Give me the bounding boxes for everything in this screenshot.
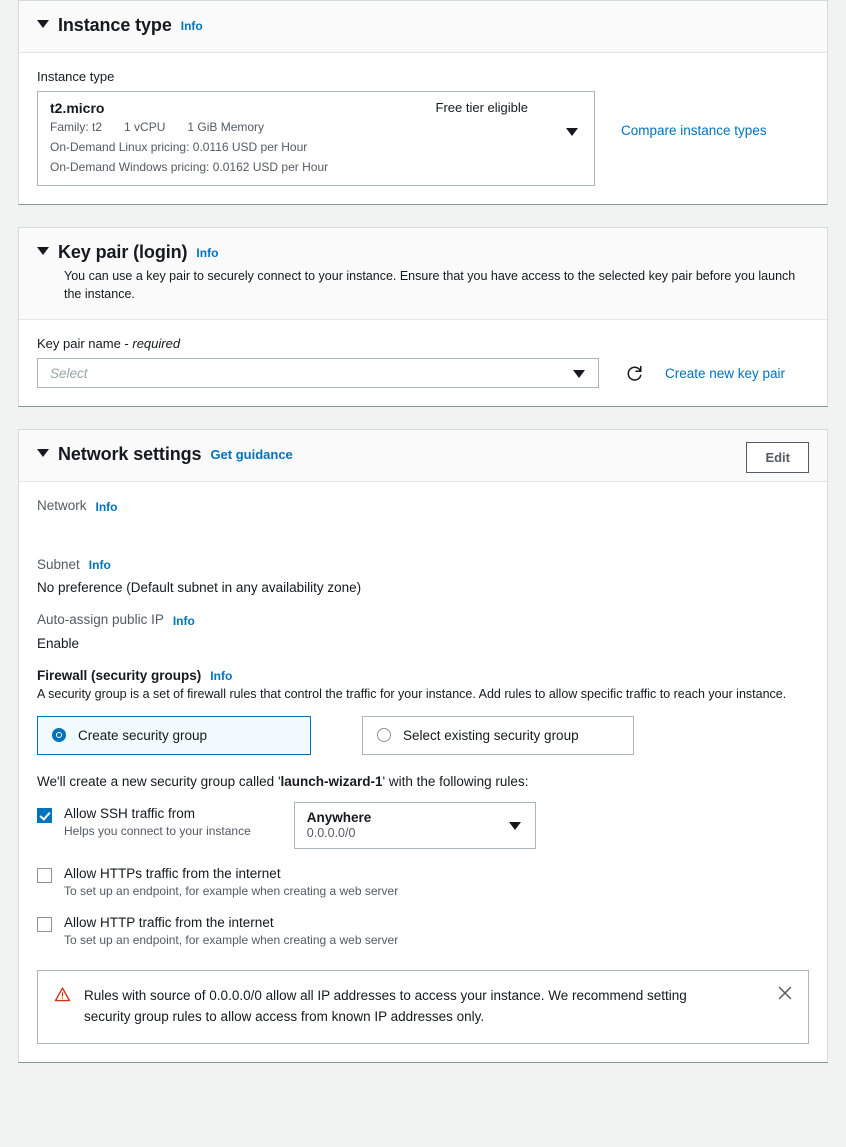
key-pair-field-label-text: Key pair name - — [37, 336, 133, 352]
open-cidr-warning-alert: Rules with source of 0.0.0.0/0 allow all… — [37, 969, 809, 1045]
chevron-down-icon[interactable] — [37, 246, 49, 255]
checkbox-allow-https[interactable] — [37, 867, 52, 883]
rule-ssh-text: Allow SSH traffic from Helps you connect… — [64, 806, 251, 838]
rule-http-label: Allow HTTP traffic from the internet — [64, 914, 274, 930]
firewall-description: A security group is a set of firewall ru… — [37, 687, 787, 701]
rule-row-http: Allow HTTP traffic from the internet To … — [37, 915, 809, 947]
instance-type-field-label: Instance type — [37, 69, 115, 84]
instance-type-select-top: t2.micro Free tier eligible — [50, 100, 582, 116]
warning-triangle-icon — [54, 986, 71, 1008]
rule-http-text: Allow HTTP traffic from the internet To … — [64, 915, 398, 947]
auto-assign-ip-field: Auto-assign public IP Info Enable — [37, 612, 809, 650]
key-pair-card-header: Key pair (login) Info You can use a key p… — [19, 228, 827, 321]
subnet-info-link[interactable]: Info — [89, 558, 111, 572]
subnet-value: No preference (Default subnet in any ava… — [37, 580, 362, 596]
key-pair-title: Key pair (login) — [58, 242, 188, 262]
subnet-label-text: Subnet — [37, 556, 80, 572]
rule-https-text: Allow HTTPs traffic from the internet To… — [64, 866, 398, 898]
radio-create-security-group-label: Create security group — [78, 727, 208, 743]
rule-ssh-sublabel: Helps you connect to your instance — [64, 823, 251, 838]
rule-row-ssh: Allow SSH traffic from Helps you connect… — [37, 801, 809, 849]
radio-indicator-icon — [52, 728, 66, 742]
key-pair-dropdown-caret-icon[interactable] — [573, 370, 585, 379]
network-settings-card-header: Network settings Get guidance Edit — [19, 430, 827, 483]
key-pair-card: Key pair (login) Info You can use a key p… — [18, 227, 828, 408]
radio-indicator-icon — [377, 728, 391, 742]
instance-type-card-header: Instance type Info — [19, 1, 827, 53]
network-info-link[interactable]: Info — [96, 500, 118, 514]
network-label: Network Info — [37, 498, 809, 513]
windows-pricing: On-Demand Windows pricing: 0.0162 USD pe… — [50, 160, 329, 174]
get-guidance-link[interactable]: Get guidance — [210, 447, 292, 462]
firewall-info-link[interactable]: Info — [210, 669, 232, 683]
edit-button[interactable]: Edit — [746, 442, 809, 474]
radio-select-existing-security-group[interactable]: Select existing security group — [362, 715, 634, 755]
close-icon[interactable] — [776, 984, 794, 1002]
ssh-source-dropdown-caret-icon[interactable] — [508, 821, 521, 830]
network-field: Network Info — [37, 498, 809, 539]
auto-assign-ip-label: Auto-assign public IP Info — [37, 612, 809, 627]
chevron-down-icon[interactable] — [37, 448, 49, 457]
radio-select-existing-security-group-label: Select existing security group — [403, 727, 579, 743]
firewall-field: Firewall (security groups) Info A securit… — [37, 668, 809, 1045]
rule-http-sublabel: To set up an endpoint, for example when … — [64, 932, 399, 947]
instance-memory: 1 GiB Memory — [187, 120, 265, 134]
instance-type-row: t2.micro Free tier eligible Family: t2 1 … — [37, 91, 809, 186]
rule-row-https: Allow HTTPs traffic from the internet To… — [37, 866, 809, 898]
auto-assign-ip-value: Enable — [37, 635, 80, 651]
instance-type-card-body: Instance type t2.micro Free tier eligibl… — [19, 53, 827, 204]
create-new-key-pair-link[interactable]: Create new key pair — [665, 366, 785, 381]
key-pair-description: You can use a key pair to securely conne… — [64, 269, 796, 302]
key-pair-select-placeholder: Select — [50, 365, 88, 381]
security-group-note-suffix: ' with the following rules: — [382, 773, 529, 789]
key-pair-row: Select Create new key pair — [37, 358, 809, 389]
linux-pricing: On-Demand Linux pricing: 0.0116 USD per … — [50, 140, 308, 154]
rule-ssh-label: Allow SSH traffic from — [64, 805, 196, 821]
network-value — [37, 522, 809, 540]
key-pair-required-marker: required — [132, 336, 181, 352]
network-settings-card: Network settings Get guidance Edit Networ… — [18, 429, 828, 1064]
radio-create-security-group[interactable]: Create security group — [37, 715, 311, 755]
security-group-note-prefix: We'll create a new security group called… — [37, 773, 281, 789]
instance-type-dropdown-caret-icon[interactable] — [566, 128, 578, 136]
key-pair-select[interactable]: Select — [37, 358, 599, 389]
security-group-note: We'll create a new security group called… — [37, 774, 809, 789]
chevron-down-icon[interactable] — [37, 19, 49, 28]
ssh-source-cidr: 0.0.0.0/0 — [306, 825, 356, 840]
instance-type-title: Instance type — [58, 15, 172, 35]
checkbox-allow-ssh[interactable] — [37, 807, 52, 823]
compare-instance-types-link[interactable]: Compare instance types — [621, 123, 767, 138]
key-pair-field-label: Key pair name - required — [37, 336, 809, 351]
refresh-icon[interactable] — [625, 364, 644, 383]
auto-assign-ip-info-link[interactable]: Info — [173, 614, 195, 628]
firewall-label-text: Firewall (security groups) — [37, 667, 202, 683]
instance-type-name: t2.micro — [50, 100, 105, 116]
open-cidr-warning-text: Rules with source of 0.0.0.0/0 allow all… — [84, 987, 687, 1025]
network-settings-card-body: Network Info Subnet Info No preference (De… — [19, 482, 827, 1062]
rule-https-sublabel: To set up an endpoint, for example when … — [64, 883, 399, 898]
security-group-name: launch-wizard-1 — [280, 773, 383, 789]
ssh-source-select[interactable]: Anywhere 0.0.0.0/0 — [293, 801, 536, 849]
network-label-text: Network — [37, 498, 87, 514]
security-group-mode-group: Create security group Select existing se… — [37, 715, 809, 755]
checkbox-allow-http[interactable] — [37, 916, 52, 932]
network-settings-title: Network settings — [58, 444, 202, 465]
key-pair-card-body: Key pair name - required Select Create n… — [19, 320, 827, 406]
firewall-label: Firewall (security groups) Info — [37, 668, 809, 683]
rule-https-label: Allow HTTPs traffic from the internet — [64, 865, 281, 881]
instance-type-specs: Family: t2 1 vCPU 1 GiB Memory — [50, 118, 582, 136]
instance-type-card: Instance type Info Instance type t2.micro… — [18, 0, 828, 205]
key-pair-info-link[interactable]: Info — [196, 246, 218, 260]
free-tier-badge: Free tier eligible — [435, 100, 529, 115]
ssh-source-value: Anywhere — [306, 809, 372, 825]
instance-vcpu: 1 vCPU — [124, 120, 166, 134]
auto-assign-ip-label-text: Auto-assign public IP — [37, 612, 164, 628]
subnet-field: Subnet Info No preference (Default subnet… — [37, 557, 809, 595]
instance-family: Family: t2 — [50, 120, 103, 134]
instance-type-select[interactable]: t2.micro Free tier eligible Family: t2 1 … — [37, 91, 595, 186]
subnet-label: Subnet Info — [37, 557, 809, 572]
launch-instance-form: Instance type Info Instance type t2.micro… — [0, 0, 846, 1064]
instance-type-info-link[interactable]: Info — [181, 19, 203, 33]
